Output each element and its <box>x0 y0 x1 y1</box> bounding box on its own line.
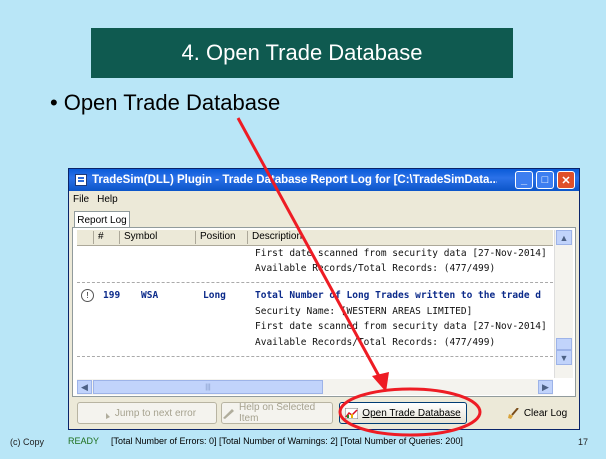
status-text: [Total Number of Errors: 0] [Total Numbe… <box>111 436 463 446</box>
minimize-button[interactable]: _ <box>515 171 533 189</box>
app-icon <box>75 174 87 186</box>
jump-label: Jump to next error <box>114 407 197 419</box>
footer-copyright: (c) Copy <box>10 437 45 447</box>
scroll-up-icon[interactable]: ▲ <box>556 230 572 245</box>
tab-report-log[interactable]: Report Log <box>74 211 130 228</box>
bullet-item: • Open Trade Database <box>50 90 280 116</box>
col-position[interactable]: Position <box>195 231 244 244</box>
slide-title: 4. Open Trade Database <box>91 28 513 78</box>
jump-icon <box>98 408 111 419</box>
jump-next-error-button[interactable]: Jump to next error <box>77 402 217 424</box>
row1-line2: Available Records/Total Records: (477/49… <box>255 263 496 274</box>
grid-header: # Symbol Position Description <box>77 230 553 246</box>
vertical-scrollbar[interactable]: ▲ ▼ <box>554 230 573 378</box>
clear-log-label: Clear Log <box>523 407 568 419</box>
help-icon <box>222 408 235 419</box>
row2-line2: Security Name: [WESTERN AREAS LIMITED] <box>255 306 473 317</box>
help-selected-item-button[interactable]: Help on Selected Item <box>221 402 333 424</box>
slide-number: 17 <box>578 437 589 447</box>
window-titlebar[interactable]: TradeSim(DLL) Plugin - Trade Database Re… <box>69 169 579 191</box>
info-bulb-icon: ! <box>81 289 94 302</box>
scroll-down-icon[interactable]: ▼ <box>556 350 572 365</box>
col-number[interactable]: # <box>93 231 118 244</box>
help-label: Help on Selected Item <box>239 402 316 424</box>
row2-position[interactable]: Long <box>203 290 226 301</box>
horizontal-scrollbar[interactable]: ◀ ||| ▶ <box>77 379 553 395</box>
bullet-text: Open Trade Database <box>63 90 281 115</box>
row2-symbol[interactable]: WSA <box>141 290 158 301</box>
open-trade-database-button[interactable]: Open Trade Database <box>339 402 467 424</box>
row2-line3: First date scanned from security data [2… <box>255 321 553 332</box>
horizontal-scroll-thumb[interactable]: ||| <box>93 380 323 394</box>
status-ready: READY <box>68 436 100 446</box>
col-description[interactable]: Description <box>247 231 552 244</box>
broom-icon <box>507 406 520 419</box>
row-divider <box>77 282 553 283</box>
window-title: TradeSim(DLL) Plugin - Trade Database Re… <box>92 174 497 186</box>
menu-bar: File Help <box>73 194 118 205</box>
open-db-label: Open Trade Database <box>362 407 461 419</box>
maximize-button[interactable]: □ <box>536 171 554 189</box>
chart-icon <box>344 407 359 419</box>
close-button[interactable]: ✕ <box>557 171 575 189</box>
button-row: Jump to next error Help on Selected Item… <box>69 402 579 426</box>
row2-line4: Available Records/Total Records: (477/49… <box>255 337 496 348</box>
row-divider <box>77 356 553 357</box>
row2-number[interactable]: 199 <box>103 290 120 301</box>
slide: 4. Open Trade Database • Open Trade Datab… <box>0 0 606 459</box>
scroll-right-icon[interactable]: ▶ <box>538 380 553 394</box>
bullet-dot-icon: • <box>50 90 58 115</box>
row2-line1[interactable]: Total Number of Long Trades written to t… <box>255 290 553 301</box>
menu-file[interactable]: File <box>73 194 89 205</box>
status-bar: READY [Total Number of Errors: 0] [Total … <box>68 436 568 446</box>
row1-line1: First date scanned from security data [2… <box>255 248 553 259</box>
log-rows: First date scanned from security data [2… <box>77 245 553 378</box>
report-log-panel: # Symbol Position Description First date… <box>72 227 576 397</box>
menu-help[interactable]: Help <box>97 194 118 205</box>
col-symbol[interactable]: Symbol <box>119 231 180 244</box>
clear-log-button[interactable]: Clear Log <box>499 402 575 424</box>
vertical-scroll-thumb[interactable] <box>556 338 572 350</box>
plugin-window: TradeSim(DLL) Plugin - Trade Database Re… <box>68 168 580 430</box>
scroll-left-icon[interactable]: ◀ <box>77 380 92 394</box>
